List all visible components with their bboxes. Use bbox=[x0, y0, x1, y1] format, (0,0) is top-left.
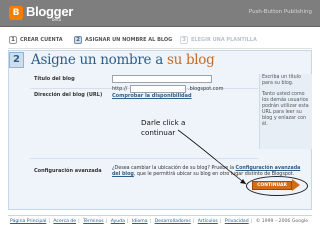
footer-link-privacy[interactable]: Privacidad bbox=[225, 219, 249, 224]
footer-link-articles[interactable]: Artículos bbox=[198, 219, 218, 224]
footer-link-help[interactable]: Ayuda bbox=[111, 219, 125, 224]
footer-link-about[interactable]: Acerca de bbox=[53, 219, 76, 224]
footer-link-home[interactable]: Página Principal bbox=[10, 219, 46, 224]
copyright: © 1999 – 2006 Google bbox=[255, 219, 309, 224]
footer-links: Página Principal | Acerca de | Términos | A… bbox=[10, 219, 309, 224]
annotation-arrow-icon bbox=[177, 129, 247, 185]
footer-link-developers[interactable]: Desarrolladores bbox=[155, 219, 191, 224]
footer-link-language[interactable]: Idioma bbox=[132, 219, 148, 224]
footer-link-terms[interactable]: Términos bbox=[83, 219, 104, 224]
